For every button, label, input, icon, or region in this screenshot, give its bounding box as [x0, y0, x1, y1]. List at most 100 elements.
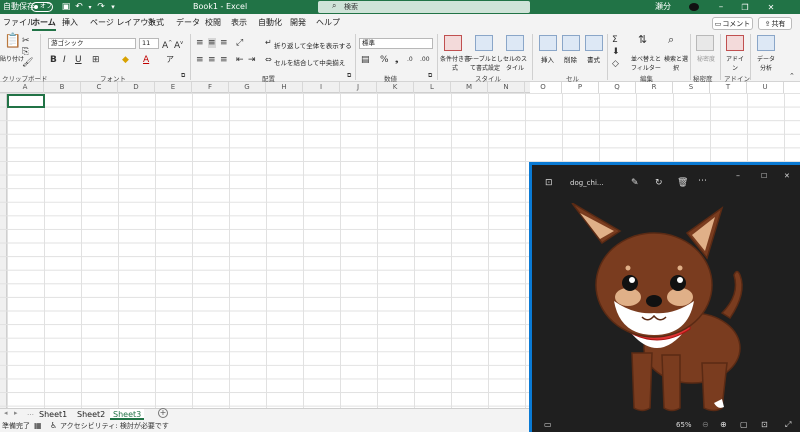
tab-formulas[interactable]: 数式 [148, 17, 164, 28]
zoom-in-icon[interactable]: ⊕ [720, 420, 727, 430]
macro-record-icon[interactable]: ▦ [34, 420, 42, 432]
currency-icon[interactable]: ▤ [361, 55, 370, 65]
fill-icon[interactable]: ⬇ [612, 47, 620, 57]
addins-icon[interactable] [726, 35, 744, 51]
cell-styles-icon[interactable] [506, 35, 524, 51]
avatar[interactable] [689, 3, 699, 11]
delete-cells-icon[interactable] [562, 35, 580, 51]
share-button[interactable]: ⇪ 共有 [758, 17, 792, 30]
column-header-i[interactable]: I [303, 82, 340, 93]
column-header-a[interactable]: A [7, 82, 44, 93]
chevron-down-icon[interactable]: ▾ [86, 0, 94, 14]
find-select-icon[interactable]: ⌕ [668, 34, 674, 45]
tab-insert[interactable]: 挿入 [62, 17, 78, 28]
decrease-decimal-icon[interactable]: .00 [420, 55, 430, 65]
tab-developer[interactable]: 開発 [290, 17, 306, 28]
fit-window-icon[interactable]: ▢ [740, 420, 748, 430]
insert-cells-icon[interactable] [539, 35, 557, 51]
indent-decrease-icon[interactable]: ⇤ [236, 55, 244, 65]
align-right-icon[interactable]: ≡ [220, 55, 228, 65]
orientation-icon[interactable]: ⤢ [236, 38, 243, 48]
shrink-font-icon[interactable]: Av [174, 38, 183, 51]
bold-icon[interactable]: B [50, 55, 57, 65]
column-header-e[interactable]: E [155, 82, 192, 93]
column-header-o[interactable]: O [525, 82, 562, 93]
cell-styles-button[interactable]: セルのスタイル [502, 54, 528, 72]
column-header-g[interactable]: G [229, 82, 266, 93]
rotate-icon[interactable]: ↻ [655, 178, 663, 188]
filmstrip-icon[interactable]: ▭ [544, 420, 552, 430]
more-sheets-icon[interactable]: … [27, 409, 34, 417]
font-name-dropdown[interactable]: 游ゴシック [48, 38, 136, 49]
insert-cells-button[interactable]: 挿入 [541, 54, 554, 64]
customize-qat-icon[interactable]: ▾ [108, 0, 118, 14]
edit-icon[interactable]: ✎ [631, 178, 639, 188]
format-cells-icon[interactable] [585, 35, 603, 51]
column-header-l[interactable]: L [414, 82, 451, 93]
sheet-tab-sheet2[interactable]: Sheet2 [74, 409, 108, 420]
tab-home[interactable]: ホーム [32, 17, 56, 31]
comment-button[interactable]: ▭ コメント [712, 17, 753, 30]
align-bottom-icon[interactable]: ≡ [220, 38, 228, 48]
fullscreen-icon[interactable]: ⤢ [785, 420, 791, 430]
font-size-dropdown[interactable]: 11 [139, 38, 159, 49]
data-analysis-icon[interactable] [757, 35, 775, 51]
undo-icon[interactable]: ↶ [73, 0, 85, 14]
format-cells-button[interactable]: 書式 [587, 54, 600, 64]
accessibility-status[interactable]: アクセシビリティ: 検討が必要です [60, 420, 169, 432]
add-sheet-icon[interactable]: + [158, 408, 168, 418]
copy-icon[interactable]: ⎘ [22, 47, 29, 57]
clear-icon[interactable]: ◇ [612, 59, 619, 69]
actual-size-icon[interactable]: ⊡ [761, 420, 768, 430]
number-dialog-launcher-icon[interactable]: ⧉ [428, 71, 432, 81]
conditional-format-icon[interactable] [444, 35, 462, 51]
number-format-dropdown[interactable]: 標準 [359, 38, 433, 49]
autosave-toggle[interactable]: オフ [31, 2, 53, 12]
redo-icon[interactable]: ↷ [96, 0, 106, 14]
column-header-f[interactable]: F [192, 82, 229, 93]
indent-increase-icon[interactable]: ⇥ [248, 55, 256, 65]
wrap-text-button[interactable]: 折り返して全体を表示する [274, 40, 352, 50]
addins-button[interactable]: アドイン [724, 54, 746, 72]
accessibility-icon[interactable]: ♿ [50, 420, 57, 432]
paste-icon[interactable]: 📋 [4, 34, 21, 48]
column-header-p[interactable]: P [562, 82, 599, 93]
autosum-icon[interactable]: Σ [612, 35, 618, 45]
font-dialog-launcher-icon[interactable]: ⧉ [181, 71, 185, 81]
format-as-table-icon[interactable] [475, 35, 493, 51]
save-icon[interactable]: ▣ [60, 0, 72, 14]
column-header-s[interactable]: S [673, 82, 710, 93]
more-options-icon[interactable]: ⋯ [698, 176, 707, 186]
column-header-h[interactable]: H [266, 82, 303, 93]
delete-icon[interactable]: 🗑 [677, 178, 688, 188]
tab-page-layout[interactable]: ページ レイアウト [90, 17, 156, 28]
column-header-r[interactable]: R [636, 82, 673, 93]
fill-color-icon[interactable]: ◆ [122, 55, 129, 65]
comma-icon[interactable]: ❟ [395, 55, 399, 65]
paste-label[interactable]: 貼り付け [0, 54, 24, 63]
active-cell[interactable] [7, 94, 45, 108]
increase-decimal-icon[interactable]: .0 [407, 55, 413, 65]
search-box[interactable]: ⌕ 検索 [318, 1, 530, 13]
sensitivity-button[interactable]: 秘密度 [697, 54, 715, 63]
close-icon[interactable]: ✕ [764, 0, 778, 14]
grow-font-icon[interactable]: A^ [162, 38, 172, 51]
column-header-b[interactable]: B [44, 82, 81, 93]
scroll-right-icon[interactable]: ▸ [14, 409, 18, 417]
tab-file[interactable]: ファイル [3, 17, 35, 28]
tab-data[interactable]: データ [176, 17, 200, 28]
merge-center-icon[interactable]: ⇔ [265, 55, 272, 65]
border-icon[interactable]: ⊞ [92, 55, 100, 65]
sort-filter-button[interactable]: 並べ替えとフィルター [630, 54, 662, 72]
column-header-m[interactable]: M [451, 82, 488, 93]
tab-help[interactable]: ヘルプ [316, 17, 340, 28]
align-middle-icon[interactable]: ≡ [208, 38, 216, 48]
phonetic-icon[interactable]: ア [166, 55, 174, 65]
tab-automate[interactable]: 自動化 [258, 17, 282, 28]
gallery-icon[interactable]: ⊡ [545, 178, 553, 188]
align-top-icon[interactable]: ≡ [196, 38, 204, 48]
format-as-table-button[interactable]: テーブルとして書式設定 [466, 54, 504, 72]
restore-icon[interactable]: ❐ [738, 0, 752, 14]
column-header-j[interactable]: J [340, 82, 377, 93]
column-header-d[interactable]: D [118, 82, 155, 93]
